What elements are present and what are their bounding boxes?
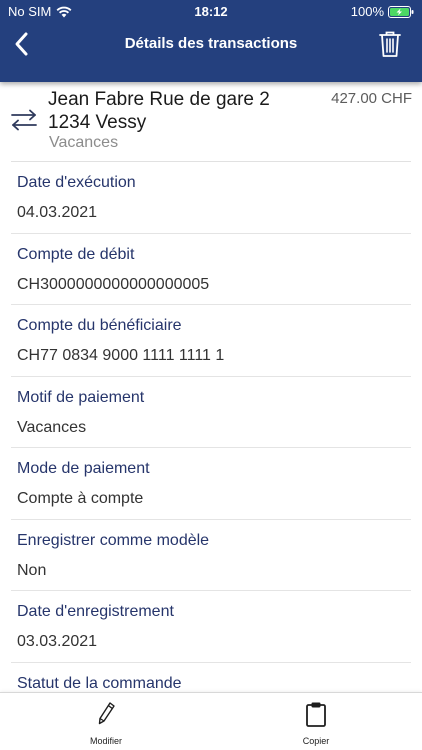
details-list: Date d'exécution 04.03.2021 Compte de dé… [0, 162, 422, 734]
detail-payment-mode: Mode de paiement Compte à compte [0, 448, 422, 520]
detail-value: Non [17, 561, 47, 579]
battery-charging-icon [388, 5, 414, 18]
detail-value: Compte à compte [17, 490, 144, 507]
pencil-icon [98, 702, 115, 725]
detail-label: Motif de paiement [17, 388, 145, 406]
detail-value: CH77 0834 9000 1111 1111 1 [17, 347, 225, 364]
recipient-name: Jean Fabre Rue de gare 2 1234 Vessy [48, 88, 318, 134]
detail-value: Vacances [17, 418, 87, 436]
detail-debit-account: Compte de débit CH3000000000000000005 [0, 234, 422, 305]
battery-percent: 100% [350, 4, 384, 19]
recipient-line1: Jean Fabre Rue de gare 2 [48, 89, 270, 110]
edit-button[interactable]: Modifier [66, 701, 146, 746]
app-header: No SIM 18:12 100% Détails des transactio… [0, 0, 422, 82]
status-bar: No SIM 18:12 100% [0, 0, 422, 24]
bottom-toolbar: Modifier Copier [0, 692, 422, 750]
detail-value: 03.03.2021 [17, 633, 98, 650]
detail-label: Compte de débit [17, 245, 135, 263]
status-right: 100% [351, 4, 414, 19]
back-button[interactable] [10, 30, 34, 58]
detail-save-as-template: Enregistrer comme modèle Non [0, 520, 422, 591]
detail-label: Mode de paiement [17, 460, 150, 477]
transaction-category: Vacances [49, 134, 119, 151]
detail-label: Compte du bénéficiaire [17, 317, 182, 334]
detail-value: CH3000000000000000005 [17, 275, 210, 293]
detail-registration-date: Date d'enregistrement 03.03.2021 [0, 591, 422, 663]
clipboard-icon [306, 702, 326, 727]
page-title: Détails des transactions [124, 35, 298, 52]
detail-value: 04.03.2021 [17, 204, 98, 221]
copy-label: Copier [302, 736, 330, 746]
transaction-amount: 427.00 CHF [331, 90, 412, 107]
detail-payment-reason: Motif de paiement Vacances [0, 377, 422, 448]
delete-button[interactable] [378, 30, 402, 58]
edit-label: Modifier [89, 736, 122, 746]
copy-button[interactable]: Copier [276, 701, 356, 746]
trash-icon [379, 31, 401, 57]
detail-label: Statut de la commande [17, 674, 182, 692]
detail-execution-date: Date d'exécution 04.03.2021 [0, 162, 422, 234]
detail-label: Date d'enregistrement [17, 603, 174, 620]
detail-beneficiary-account: Compte du bénéficiaire CH77 0834 9000 11… [0, 305, 422, 377]
transaction-summary: Jean Fabre Rue de gare 2 1234 Vessy Vaca… [0, 82, 422, 162]
detail-label: Date d'exécution [17, 174, 136, 191]
detail-label: Enregistrer comme modèle [17, 531, 210, 549]
chevron-left-icon [15, 32, 28, 56]
transfer-arrows-icon [11, 109, 37, 131]
recipient-line2: 1234 Vessy [48, 112, 147, 133]
